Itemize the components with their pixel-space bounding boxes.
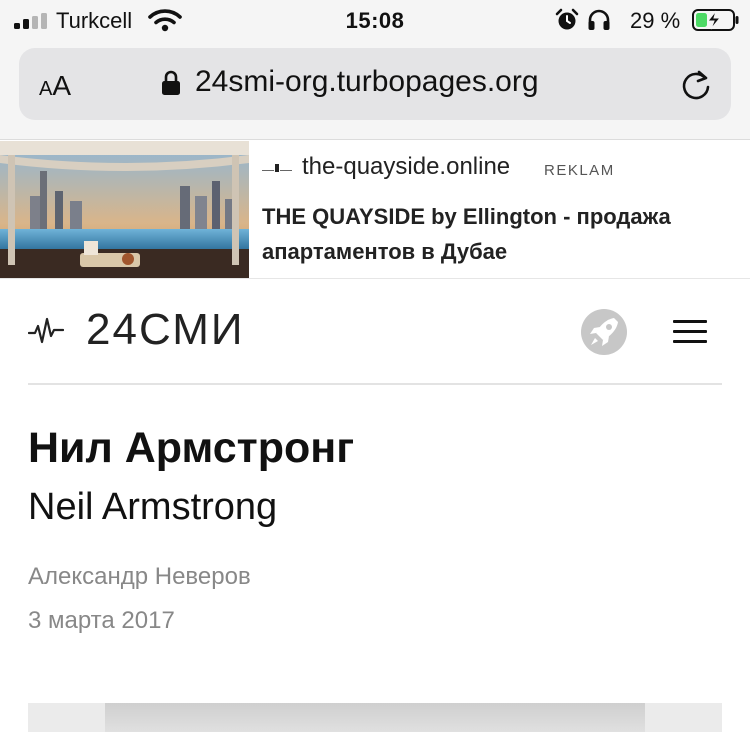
article-title: Нил Армстронг bbox=[28, 424, 355, 472]
site-logo[interactable]: 24СМИ bbox=[86, 305, 245, 355]
url-text[interactable]: 24smi-org.turbopages.org bbox=[195, 65, 539, 99]
reload-icon[interactable] bbox=[679, 68, 713, 102]
hamburger-menu-icon[interactable] bbox=[673, 320, 707, 344]
article-author[interactable]: Александр Неверов bbox=[28, 563, 251, 591]
ad-title[interactable]: THE QUAYSIDE by Ellington - продажа апар… bbox=[262, 199, 742, 269]
headphones-icon bbox=[588, 9, 610, 30]
battery-charging-icon bbox=[692, 9, 739, 31]
browser-toolbar: AA 24smi-org.turbopages.org bbox=[0, 40, 750, 140]
site-header: 24СМИ bbox=[28, 279, 722, 385]
battery-percent: 29 % bbox=[630, 8, 681, 33]
address-bar[interactable]: AA 24smi-org.turbopages.org bbox=[19, 48, 731, 120]
article-date: 3 марта 2017 bbox=[28, 607, 175, 634]
ad-label: REKLAM bbox=[544, 162, 615, 179]
advertiser-logo-icon bbox=[262, 164, 292, 172]
ad-domain[interactable]: the-quayside.online bbox=[302, 153, 510, 181]
article-photo bbox=[28, 703, 722, 732]
rocket-icon[interactable] bbox=[579, 307, 629, 357]
status-bar: Turkcell 15:08 29 % bbox=[0, 0, 750, 40]
text-size-button[interactable]: AA bbox=[39, 70, 71, 102]
alarm-icon bbox=[555, 8, 579, 30]
ad-image[interactable] bbox=[0, 141, 249, 278]
lock-icon bbox=[162, 70, 180, 95]
ad-banner[interactable]: the-quayside.online REKLAM THE QUAYSIDE … bbox=[0, 141, 750, 279]
pulse-logo-icon[interactable] bbox=[28, 316, 64, 346]
article-subtitle: Neil Armstrong bbox=[28, 486, 278, 528]
